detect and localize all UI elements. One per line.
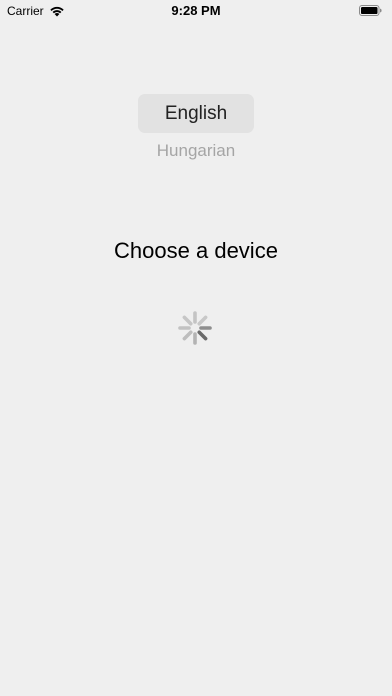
status-bar: Carrier 9:28 PM bbox=[0, 0, 392, 22]
language-option-english[interactable]: English bbox=[138, 94, 254, 133]
language-option-hungarian[interactable]: Hungarian bbox=[138, 141, 254, 161]
device-chooser-screen: Carrier 9:28 PM English Hungarian Choose… bbox=[0, 0, 392, 696]
spinner-icon bbox=[178, 311, 212, 345]
battery-icon bbox=[359, 5, 382, 16]
status-time: 9:28 PM bbox=[171, 3, 221, 18]
page-title: Choose a device bbox=[114, 238, 278, 263]
